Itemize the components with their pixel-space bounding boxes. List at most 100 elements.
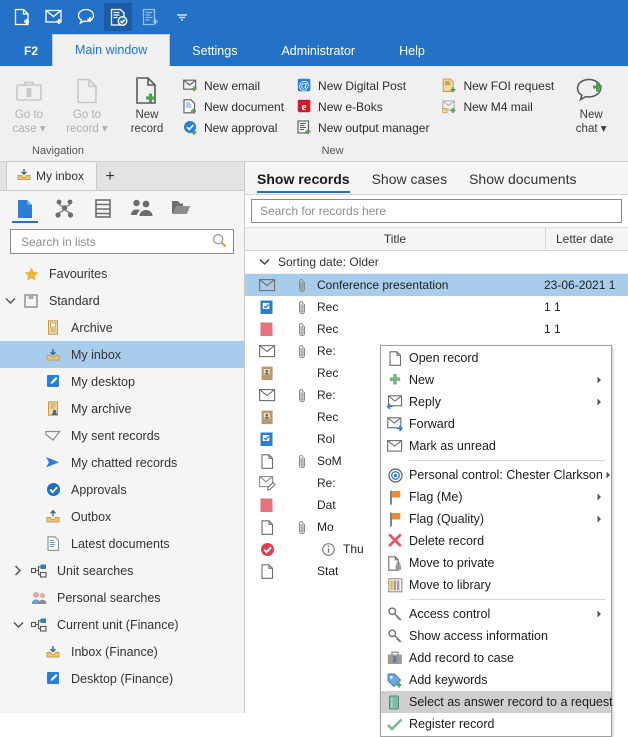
new-record-icon[interactable] xyxy=(8,3,36,31)
submenu-arrow-icon xyxy=(593,515,605,523)
table-row[interactable]: Rec 1 1 xyxy=(245,296,628,318)
document-icon xyxy=(245,454,289,469)
menu-item-register-record[interactable]: Register record xyxy=(381,713,611,735)
new-m4-mail-button[interactable]: New M4 mail xyxy=(437,96,562,117)
chevron-right-icon[interactable] xyxy=(8,565,28,576)
new-approval-button[interactable]: New approval xyxy=(178,117,292,138)
new-digital-post-button[interactable]: @ New Digital Post xyxy=(292,75,437,96)
sidebar-item-my-sent-records[interactable]: My sent records xyxy=(0,422,244,449)
sidebar-item-my-chatted-records[interactable]: My chatted records xyxy=(0,449,244,476)
sidebar-item-current-unit[interactable]: Current unit (Finance) xyxy=(0,611,244,638)
menu-label: Register record xyxy=(409,717,593,731)
sidebar-label: My sent records xyxy=(71,429,160,443)
sidebar-item-inbox-finance[interactable]: Inbox (Finance) xyxy=(0,638,244,665)
new-chat-icon[interactable] xyxy=(72,3,100,31)
menu-item-add-record-to-case[interactable]: Add record to case xyxy=(381,647,611,669)
tab-show-records[interactable]: Show records xyxy=(257,162,350,195)
tab-f2[interactable]: F2 xyxy=(10,36,52,66)
chevron-down-icon[interactable] xyxy=(0,297,20,305)
sidebar-label: Personal searches xyxy=(57,591,161,605)
new-record-button[interactable]: New record xyxy=(116,70,178,136)
sidebar-item-desktop-finance[interactable]: Desktop (Finance) xyxy=(0,665,244,692)
new-chat-button[interactable]: New chat ▾ xyxy=(562,70,620,136)
chevron-down-icon[interactable] xyxy=(259,255,270,269)
group-header-sorting-date[interactable]: Sorting date: Older xyxy=(245,251,628,274)
new-eboks-button[interactable]: e New e-Boks xyxy=(292,96,437,117)
chevron-down-icon[interactable] xyxy=(8,621,28,629)
menu-item-open-record[interactable]: Open record xyxy=(381,347,611,369)
library-filter-icon[interactable] xyxy=(170,196,192,222)
table-row[interactable]: Conference presentation 23-06-2021 1 xyxy=(245,274,628,296)
sidebar-item-my-inbox[interactable]: My inbox xyxy=(0,341,244,368)
new-foi-request-button[interactable]: New FOI request xyxy=(437,75,562,96)
sidebar-item-favourites[interactable]: Favourites xyxy=(0,260,244,287)
menu-item-personal-control[interactable]: Personal control: Chester Clarkson xyxy=(381,464,611,486)
info-icon[interactable] xyxy=(315,543,341,556)
attachment-icon xyxy=(289,300,315,315)
inbox-icon xyxy=(42,645,64,659)
documents-filter-icon[interactable] xyxy=(92,196,114,222)
sidebar-item-my-desktop[interactable]: My desktop xyxy=(0,368,244,395)
records-search-input[interactable] xyxy=(258,203,615,219)
tab-settings[interactable]: Settings xyxy=(170,36,259,66)
contacts-filter-icon[interactable] xyxy=(131,196,153,222)
menu-item-show-access-information[interactable]: Show access information xyxy=(381,625,611,647)
menu-item-forward[interactable]: Forward xyxy=(381,413,611,435)
menu-item-move-to-library[interactable]: Move to library xyxy=(381,574,611,596)
email-icon xyxy=(182,78,198,94)
tab-main-window[interactable]: Main window xyxy=(52,34,170,66)
column-header-title[interactable]: Title xyxy=(245,232,545,246)
cases-filter-icon[interactable] xyxy=(53,196,75,222)
tab-show-cases[interactable]: Show cases xyxy=(372,162,447,195)
sidebar-item-standard[interactable]: Standard xyxy=(0,287,244,314)
menu-item-move-to-private[interactable]: Move to private xyxy=(381,552,611,574)
menu-item-select-as-answer-record[interactable]: Select as answer record to a request xyxy=(381,691,611,713)
new-output-manager-icon[interactable] xyxy=(136,3,164,31)
personal-icon xyxy=(28,591,50,605)
records-search-box[interactable] xyxy=(251,199,622,223)
menu-item-delete-record[interactable]: Delete record xyxy=(381,530,611,552)
answer-record-icon xyxy=(381,695,409,710)
column-header-letter-date[interactable]: Letter date xyxy=(546,232,613,246)
menu-item-add-keywords[interactable]: Add keywords xyxy=(381,669,611,691)
tab-show-documents[interactable]: Show documents xyxy=(469,162,576,195)
search-input[interactable] xyxy=(19,234,212,250)
new-email-button[interactable]: New email xyxy=(178,75,292,96)
tab-help[interactable]: Help xyxy=(377,36,447,66)
reply-button[interactable]: Reply ▾ xyxy=(621,70,628,136)
sidebar-item-archive[interactable]: Archive xyxy=(0,314,244,341)
table-row[interactable]: Rec 1 1 xyxy=(245,318,628,340)
reply-icon xyxy=(381,395,409,409)
sidebar-item-latest-documents[interactable]: Latest documents xyxy=(0,530,244,557)
menu-item-flag-quality[interactable]: Flag (Quality) xyxy=(381,508,611,530)
sidebar-search-box[interactable] xyxy=(10,229,234,254)
sidebar-item-my-archive[interactable]: My archive xyxy=(0,395,244,422)
key-icon xyxy=(381,607,409,622)
search-icon[interactable] xyxy=(212,233,227,251)
sidebar-item-personal-searches[interactable]: Personal searches xyxy=(0,584,244,611)
chevron-down-icon[interactable] xyxy=(168,3,196,31)
sidebar-item-outbox[interactable]: Outbox xyxy=(0,503,244,530)
go-to-case-button[interactable]: Go to case ▾ xyxy=(0,70,58,136)
attachment-icon xyxy=(289,520,315,535)
records-filter-icon[interactable] xyxy=(14,196,36,222)
menu-item-reply[interactable]: Reply xyxy=(381,391,611,413)
go-to-record-button[interactable]: Go to record ▾ xyxy=(58,70,116,136)
sidebar-item-approvals[interactable]: Approvals xyxy=(0,476,244,503)
menu-item-mark-as-unread[interactable]: Mark as unread xyxy=(381,435,611,457)
sidebar-tab-my-inbox[interactable]: My inbox xyxy=(6,161,97,190)
case-grey-icon xyxy=(381,651,409,665)
add-tab-button[interactable]: + xyxy=(97,164,123,190)
menu-item-new[interactable]: New xyxy=(381,369,611,391)
new-email-icon[interactable] xyxy=(40,3,68,31)
tab-administrator[interactable]: Administrator xyxy=(259,36,377,66)
new-document-button[interactable]: New document xyxy=(178,96,292,117)
eye-icon xyxy=(381,468,409,483)
new-output-manager-button[interactable]: New output manager xyxy=(292,117,437,138)
menu-item-flag-me[interactable]: Flag (Me) xyxy=(381,486,611,508)
sidebar-item-unit-searches[interactable]: Unit searches xyxy=(0,557,244,584)
new-approval-icon[interactable] xyxy=(104,3,132,31)
go-to-case-label-2: case ▾ xyxy=(12,123,45,136)
standard-icon xyxy=(20,294,42,308)
menu-item-access-control[interactable]: Access control xyxy=(381,603,611,625)
